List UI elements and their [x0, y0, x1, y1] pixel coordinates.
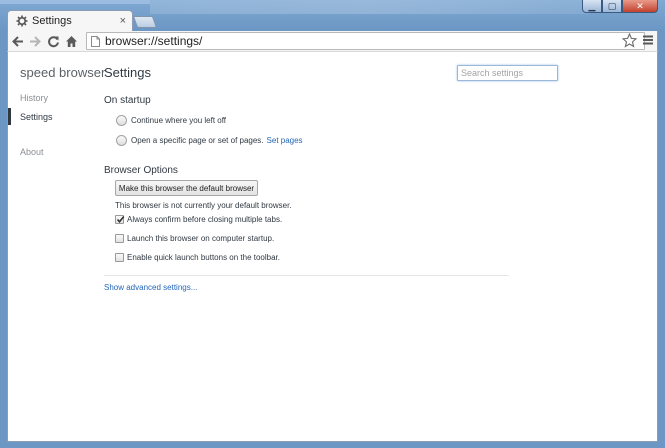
checkmark-icon: [116, 215, 125, 224]
address-bar[interactable]: browser://settings/: [86, 32, 645, 50]
title-strip: [0, 0, 150, 4]
checkbox-unchecked[interactable]: [115, 234, 124, 243]
reload-button[interactable]: [44, 32, 62, 50]
quick-launch-buttons-option[interactable]: Enable quick launch buttons on the toolb…: [115, 253, 280, 262]
gear-icon: [16, 15, 28, 27]
settings-main: Settings On startup Continue where you l…: [104, 52, 654, 441]
default-browser-status: This browser is not currently your defau…: [115, 201, 292, 210]
tab-close-button[interactable]: ×: [120, 15, 126, 27]
radio-button[interactable]: [116, 135, 127, 146]
back-arrow-icon: [11, 35, 23, 47]
radio-label: Continue where you left off: [131, 116, 227, 125]
search-input[interactable]: [457, 65, 558, 81]
reload-icon: [47, 35, 59, 47]
checkbox-unchecked[interactable]: [115, 253, 124, 262]
sidebar-item-history[interactable]: History: [20, 93, 48, 103]
minimize-icon: ▁: [588, 0, 596, 11]
tab-title: Settings: [32, 15, 72, 27]
radio-label: Open a specific page or set of pages.: [131, 136, 264, 145]
section-title-startup: On startup: [104, 95, 151, 106]
home-button[interactable]: [62, 32, 80, 50]
maximize-icon: ▢: [607, 0, 617, 11]
startup-option-specific-pages[interactable]: Open a specific page or set of pages. Se…: [116, 135, 303, 146]
active-indicator: [8, 108, 11, 125]
tab-settings[interactable]: Settings ×: [7, 10, 133, 31]
window-frame: ▁ ▢ ✕ Settings × browser://settings/ spe…: [0, 0, 665, 448]
sidebar: speed browser History Settings About: [8, 52, 105, 441]
checkbox-label: Launch this browser on computer startup.: [127, 234, 275, 243]
brand-title: speed browser: [20, 65, 106, 80]
sidebar-item-about[interactable]: About: [20, 147, 44, 157]
new-tab-button[interactable]: [132, 16, 158, 28]
show-advanced-settings-link[interactable]: Show advanced settings...: [104, 283, 197, 292]
window-controls: ▁ ▢ ✕: [582, 0, 658, 14]
close-window-button[interactable]: ✕: [622, 0, 658, 13]
forward-arrow-icon: [29, 35, 41, 47]
radio-button[interactable]: [116, 115, 127, 126]
sidebar-item-settings[interactable]: Settings: [20, 112, 53, 122]
background-window-strip: [150, 0, 590, 14]
checkbox-label: Always confirm before closing multiple t…: [127, 215, 283, 224]
back-button[interactable]: [8, 32, 26, 50]
home-icon: [65, 35, 77, 47]
maximize-button[interactable]: ▢: [602, 0, 622, 13]
page-title: Settings: [104, 65, 151, 80]
startup-option-continue[interactable]: Continue where you left off: [116, 115, 226, 126]
section-title-browser-options: Browser Options: [104, 165, 178, 176]
checkbox-checked[interactable]: [115, 215, 125, 224]
confirm-close-tabs-option[interactable]: Always confirm before closing multiple t…: [115, 215, 282, 224]
page-icon: [91, 35, 100, 47]
launch-on-startup-option[interactable]: Launch this browser on computer startup.: [115, 234, 274, 243]
minimize-button[interactable]: ▁: [582, 0, 602, 13]
toolbar: browser://settings/: [7, 31, 658, 51]
url-text: browser://settings/: [105, 34, 203, 48]
hamburger-menu-icon[interactable]: [642, 34, 654, 46]
set-pages-link[interactable]: Set pages: [267, 136, 303, 145]
forward-button[interactable]: [26, 32, 44, 50]
close-icon: ✕: [636, 0, 644, 11]
make-default-browser-button[interactable]: Make this browser the default browser: [115, 180, 258, 196]
star-icon[interactable]: [622, 33, 637, 48]
checkbox-label: Enable quick launch buttons on the toolb…: [127, 253, 280, 262]
section-divider: [104, 275, 509, 276]
settings-page: speed browser History Settings About Set…: [7, 51, 658, 442]
